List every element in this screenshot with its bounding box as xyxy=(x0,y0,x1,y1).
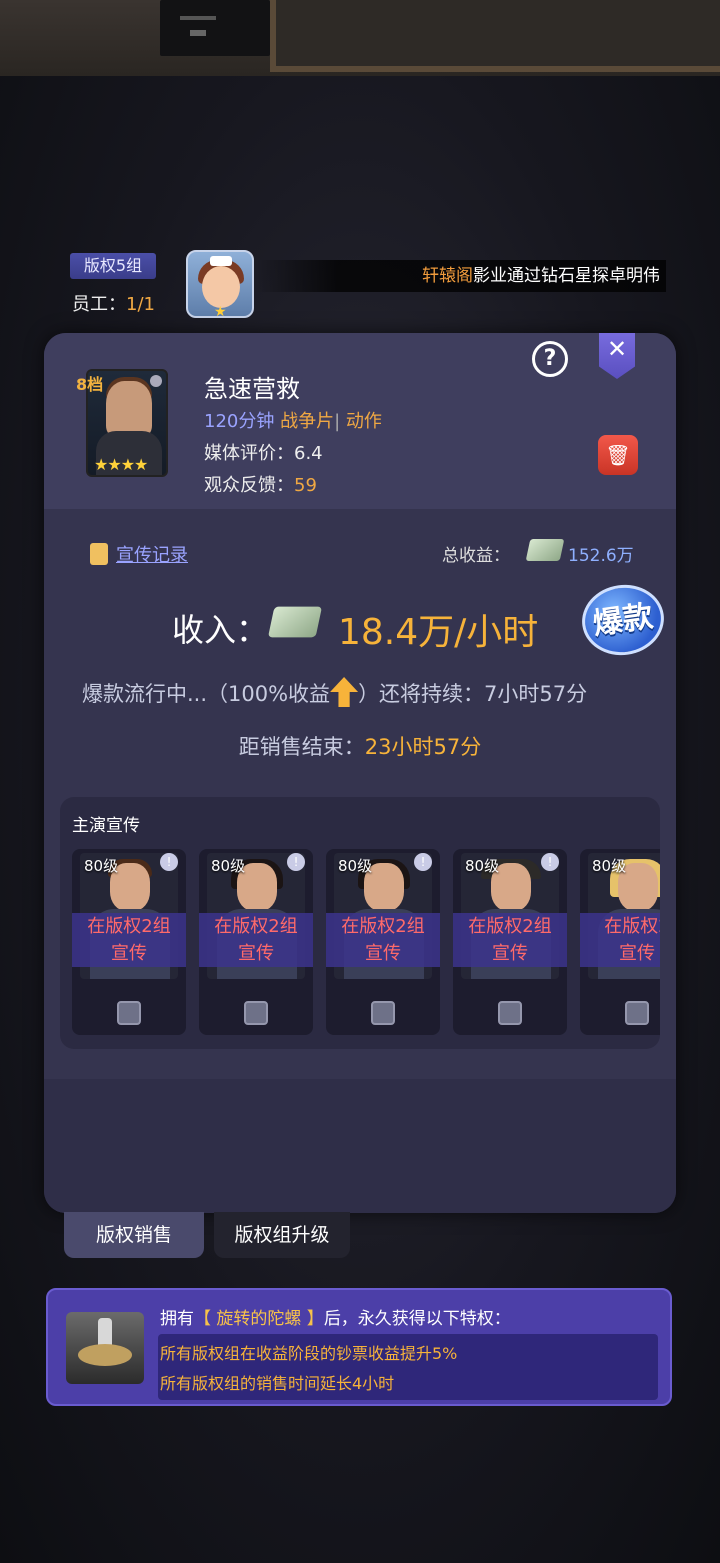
select-checkbox[interactable] xyxy=(371,1001,395,1025)
staff-avatar[interactable]: ★ xyxy=(186,250,254,318)
perk-item-name: 【 旋转的陀螺 】 xyxy=(194,1309,324,1329)
ticker-highlight: 轩辕阁 xyxy=(422,266,473,286)
actor-card[interactable]: 80级 ! 在版权2组 宣传 xyxy=(453,849,567,1035)
actor-level: 80级 xyxy=(211,857,246,875)
select-checkbox[interactable] xyxy=(625,1001,649,1025)
actor-status: 在版权2组 宣传 xyxy=(326,913,440,967)
staff-label: 员工： xyxy=(72,294,126,315)
sale-countdown: 距销售结束：23小时57分 xyxy=(238,735,482,759)
actor-card[interactable]: 80级 ! 在版权2宣传 xyxy=(580,849,660,1035)
actor-list: 80级 ! 在版权2组 宣传 80级 ! 在版权2组 宣传 80级 ! 在版权2组宣… xyxy=(72,849,660,1039)
total-label: 总收益： xyxy=(442,546,510,566)
staff-count: 员工：1/1 xyxy=(72,290,155,316)
income-value: 18.4万/小时 xyxy=(338,612,539,653)
actor-card[interactable]: 80级 ! 在版权2组 宣传 xyxy=(199,849,313,1035)
actor-level: 80级 xyxy=(465,857,500,875)
actor-status: 在版权2宣传 xyxy=(580,913,660,967)
genre-2: 动作 xyxy=(345,411,382,432)
money-icon xyxy=(267,606,323,638)
news-ticker: 轩辕阁影业通过钻石星探卓明伟 xyxy=(256,260,666,292)
ticker-text: 影业通过钻石星探卓明伟 xyxy=(473,266,660,286)
perk-heading: 拥有【 旋转的陀螺 】后，永久获得以下特权： xyxy=(160,1309,511,1329)
scene-box xyxy=(160,0,270,56)
help-button[interactable]: ? xyxy=(532,341,568,377)
actor-status: 在版权2组 宣传 xyxy=(72,913,186,967)
select-checkbox[interactable] xyxy=(244,1001,268,1025)
perk-line: 所有版权组的销售时间延长4小时 xyxy=(160,1374,395,1393)
money-icon xyxy=(525,539,565,561)
info-icon[interactable] xyxy=(150,375,162,387)
movie-meta: 120分钟 战争片| 动作 xyxy=(204,407,382,433)
arrow-up-icon xyxy=(330,677,359,707)
delete-button[interactable]: 🗑 xyxy=(598,435,638,475)
actor-level: 80级 xyxy=(84,857,119,875)
background-scene xyxy=(0,0,720,76)
star-icon: ★ xyxy=(214,304,227,318)
tab-copyright-sale[interactable]: 版权销售 xyxy=(64,1212,204,1258)
scene-frame xyxy=(270,0,720,72)
actor-level: 80级 xyxy=(338,857,373,875)
section-title: 主演宣传 xyxy=(72,816,140,836)
staff-value: 1/1 xyxy=(126,294,155,315)
movie-title: 急速营救 xyxy=(204,375,300,403)
promo-record-link[interactable]: 宣传记录 xyxy=(90,541,188,567)
info-icon[interactable]: ! xyxy=(287,853,305,871)
select-checkbox[interactable] xyxy=(498,1001,522,1025)
perk-line: 所有版权组在收益阶段的钞票收益提升5% xyxy=(160,1344,458,1363)
duration: 120分钟 xyxy=(204,411,275,432)
clipboard-icon xyxy=(90,543,108,565)
tier-label: 8档 xyxy=(76,375,104,394)
genre: 战争片 xyxy=(280,411,335,432)
info-icon[interactable]: ! xyxy=(160,853,178,871)
perk-list: 所有版权组在收益阶段的钞票收益提升5% 所有版权组的销售时间延长4小时 xyxy=(158,1334,658,1400)
star-rating: ★★★★ xyxy=(94,455,148,474)
media-score: 媒体评价：6.4 xyxy=(204,443,323,464)
actor-level: 80级 xyxy=(592,857,627,875)
info-icon[interactable]: ! xyxy=(414,853,432,871)
copyright-panel: ? ✕ ★★★★ 8档 急速营救 120分钟 战争片| 动作 媒体评价：6.4 … xyxy=(44,333,676,1213)
total-value: 152.6万 xyxy=(568,546,634,566)
genre-separator: | xyxy=(334,411,341,432)
tab-group-upgrade[interactable]: 版权组升级 xyxy=(214,1212,350,1258)
perk-panel: 拥有【 旋转的陀螺 】后，永久获得以下特权： 所有版权组在收益阶段的钞票收益提升… xyxy=(46,1288,672,1406)
actor-card[interactable]: 80级 ! 在版权2组 宣传 xyxy=(326,849,440,1035)
actor-status: 在版权2组 宣传 xyxy=(453,913,567,967)
trend-status: 爆款流行中...（100%收益 ）还将持续：7小时57分 xyxy=(82,677,587,708)
income-label: 收入： xyxy=(172,611,269,649)
audience-score: 观众反馈：59 xyxy=(204,475,317,496)
spinning-top-icon[interactable] xyxy=(66,1312,144,1384)
group-badge: 版权5组 xyxy=(70,253,156,279)
lead-promo-section: 主演宣传 80级 ! 在版权2组 宣传 80级 ! 在版权2组 宣传 80级 ! 在… xyxy=(60,797,660,1049)
info-icon[interactable]: ! xyxy=(541,853,559,871)
actor-card[interactable]: 80级 ! 在版权2组 宣传 xyxy=(72,849,186,1035)
select-checkbox[interactable] xyxy=(117,1001,141,1025)
actor-status: 在版权2组 宣传 xyxy=(199,913,313,967)
